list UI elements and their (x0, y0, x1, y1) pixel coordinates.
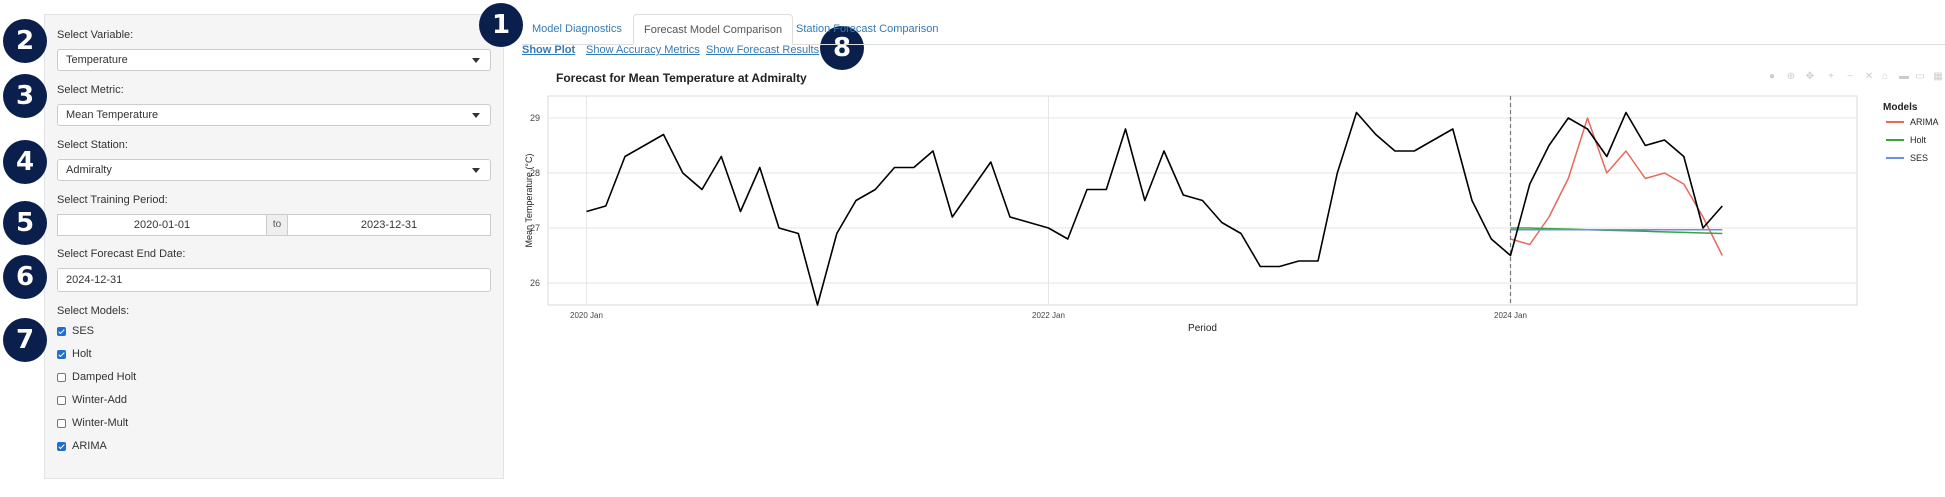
actual-series-line (586, 111, 1723, 306)
x-axis-label: Period (1188, 323, 1217, 334)
x-tick-label: 2022 Jan (1032, 311, 1065, 320)
legend-item-label: Holt (1910, 135, 1927, 145)
y-axis-label: Mean Temperature (°C) (524, 154, 534, 248)
x-tick-label: 2020 Jan (570, 311, 603, 320)
y-tick-label: 26 (530, 278, 540, 288)
series-line-arima (1510, 117, 1723, 256)
y-tick-label: 29 (530, 113, 540, 123)
legend-item-label: SES (1910, 153, 1928, 163)
legend-item-label: ARIMA (1910, 117, 1939, 127)
legend-title: Models (1883, 102, 1918, 113)
x-tick-label: 2024 Jan (1494, 311, 1527, 320)
forecast-chart: 262728292020 Jan 2022 Jan 2024 JanPeriodMe… (524, 95, 1939, 334)
series-line-holt (1510, 227, 1723, 235)
